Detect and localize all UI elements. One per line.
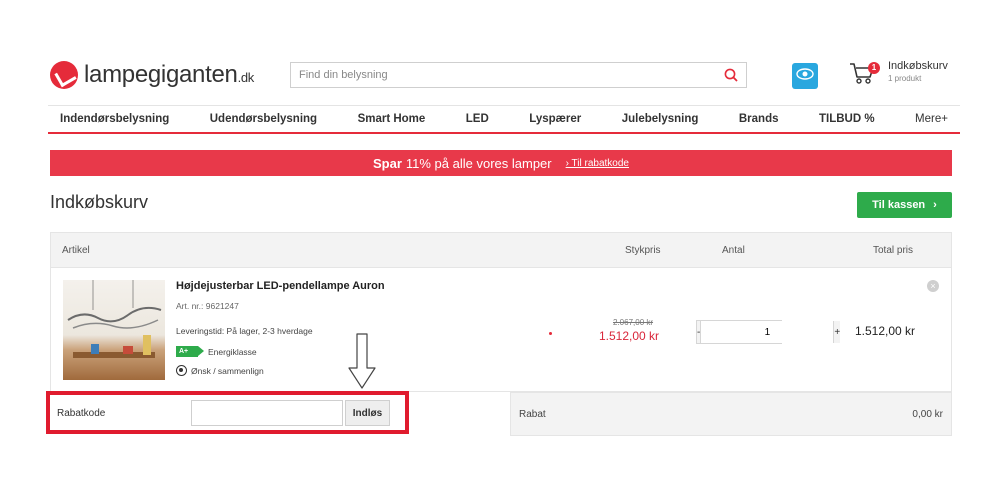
search-bar <box>290 62 747 88</box>
remove-item-button[interactable]: × <box>927 280 939 292</box>
search-icon[interactable] <box>716 63 746 87</box>
energy-class: A+ Energiklasse <box>176 346 257 357</box>
unit-price: 1.512,00 kr <box>599 329 660 343</box>
logo-name: lampegiganten <box>84 61 238 88</box>
site-logo[interactable]: lampegiganten.dk <box>50 60 254 90</box>
accessibility-eye-button[interactable] <box>792 63 818 89</box>
main-nav: Indendørsbelysning Udendørsbelysning Sma… <box>48 106 960 132</box>
nav-item-led[interactable]: LED <box>466 113 489 125</box>
energy-badge: A+ <box>176 346 204 357</box>
nav-item-lyspaerer[interactable]: Lyspærer <box>529 113 581 125</box>
logo-icon <box>50 61 78 89</box>
nav-item-mere[interactable]: Mere+ <box>915 113 948 125</box>
product-image[interactable] <box>63 280 165 380</box>
product-name[interactable]: Højdejusterbar LED-pendellampe Auron <box>176 280 385 292</box>
search-input[interactable] <box>291 63 716 87</box>
article-number: Art. nr.: 9621247 <box>176 301 239 311</box>
cart-item-row: Højdejusterbar LED-pendellampe Auron Art… <box>50 268 952 392</box>
header-article: Artikel <box>62 245 90 256</box>
nav-item-udendorsbelysning[interactable]: Udendørsbelysning <box>210 113 317 125</box>
wishlist-compare[interactable]: Ønsk / sammenlign <box>176 365 264 376</box>
header-quantity: Antal <box>722 245 745 256</box>
cart-table-header: Artikel Stykpris Antal Total pris <box>50 232 952 268</box>
promo-banner: Spar 11% på alle vores lamper › Til raba… <box>50 150 952 176</box>
nav-item-smart-home[interactable]: Smart Home <box>358 113 426 125</box>
chevron-right-icon: › <box>933 199 937 211</box>
page-title: Indkøbskurv <box>50 192 149 212</box>
nav-item-tilbud[interactable]: TILBUD % <box>819 113 875 125</box>
annotation-highlight-box <box>46 391 409 434</box>
price-dot <box>549 332 552 335</box>
quantity-input[interactable] <box>700 321 835 343</box>
wishlist-label: Ønsk / sammenlign <box>191 365 264 376</box>
header-unit-price: Stykpris <box>625 245 661 256</box>
wishlist-icon <box>176 365 187 376</box>
nav-item-julebelysning[interactable]: Julebelysning <box>622 113 699 125</box>
delivery-time: Leveringstid: På lager, 2-3 hverdage <box>176 326 313 336</box>
cart-icon <box>848 63 876 90</box>
discount-value: 0,00 kr <box>912 409 943 420</box>
promo-text: 11% på alle vores lamper <box>405 155 552 171</box>
discount-summary: Rabat 0,00 kr <box>510 392 952 436</box>
nav-item-brands[interactable]: Brands <box>739 113 779 125</box>
logo-tld: .dk <box>237 70 255 85</box>
energy-label: Energiklasse <box>208 346 257 357</box>
cart-count-badge: 1 <box>868 62 880 74</box>
cart-subtitle: 1 produkt <box>888 74 922 83</box>
total-price: 1.512,00 kr <box>855 324 916 338</box>
header-cart[interactable]: 1 Indkøbskurv 1 produkt <box>848 60 968 92</box>
promo-strong: Spar <box>372 155 402 171</box>
cart-title: Indkøbskurv <box>888 60 948 72</box>
checkout-button[interactable]: Til kassen › <box>857 192 952 218</box>
annotation-arrow-icon <box>346 332 378 395</box>
nav-divider-red <box>48 132 960 134</box>
discount-label: Rabat <box>519 409 546 420</box>
checkout-label: Til kassen <box>872 199 926 211</box>
quantity-stepper: - + <box>696 320 841 344</box>
quantity-increase-button[interactable]: + <box>834 321 841 343</box>
nav-item-indendorsbelysning[interactable]: Indendørsbelysning <box>60 113 169 125</box>
promo-link[interactable]: › Til rabatkode <box>566 158 629 169</box>
old-price: 2.067,00 kr <box>613 318 654 327</box>
header-total: Total pris <box>873 245 914 256</box>
eye-icon <box>796 67 814 85</box>
